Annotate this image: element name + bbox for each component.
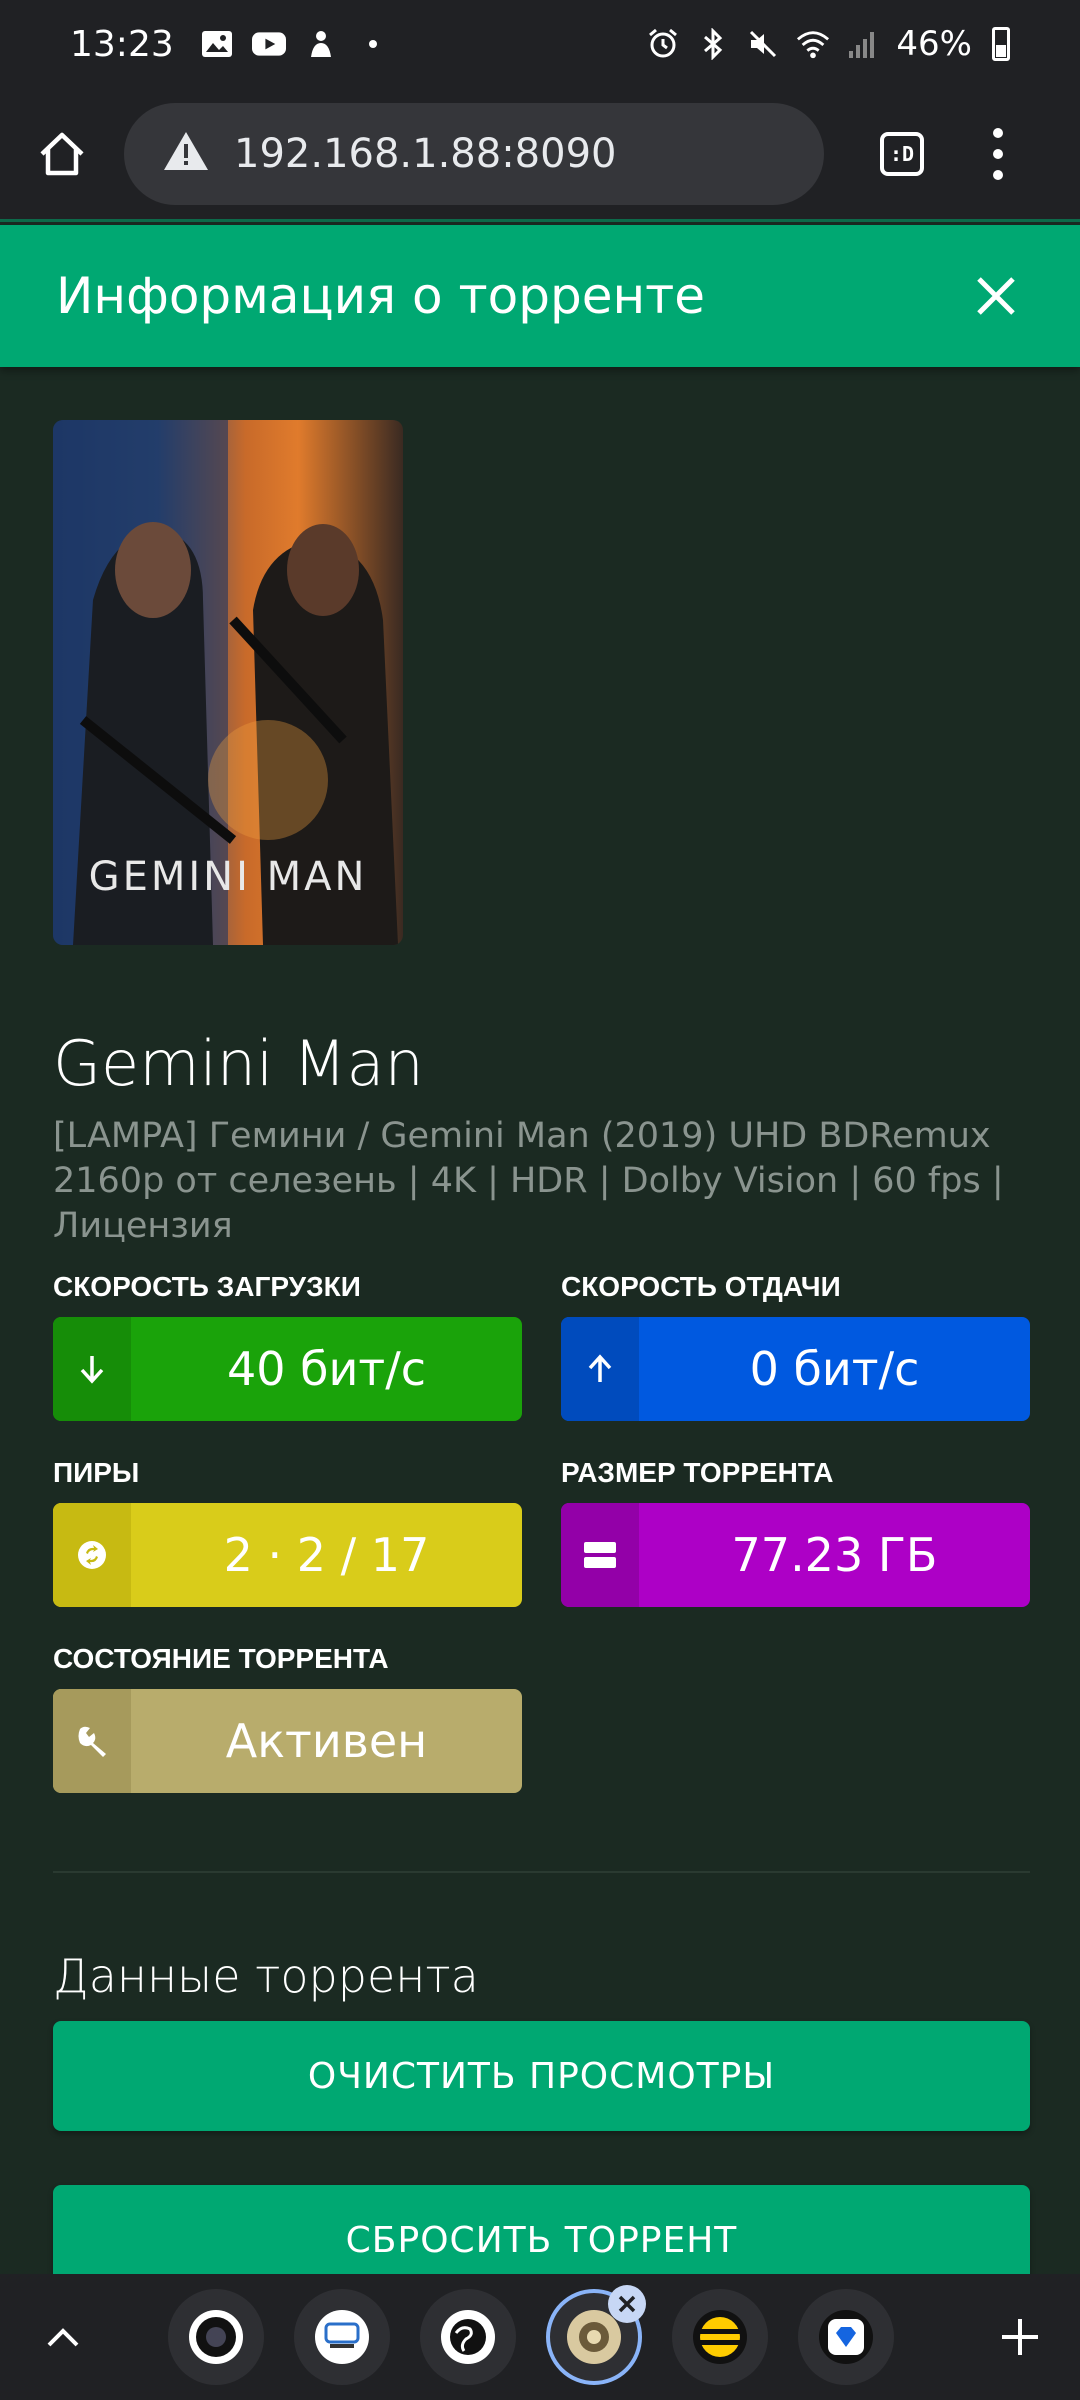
stat-label: Пиры	[53, 1457, 140, 1488]
state-box: Активен	[53, 1689, 522, 1793]
movie-title: Gemini Man	[53, 1027, 424, 1100]
stat-value: 0 бит/с	[749, 1342, 920, 1396]
storage-icon	[561, 1503, 639, 1607]
stat-value: 77.23 ГБ	[731, 1528, 938, 1582]
poster-caption: GEMINI MAN	[88, 854, 368, 900]
torrent-data-heading: Данные торрента	[53, 1949, 479, 2003]
home-icon	[40, 132, 84, 175]
stat-upload-speed: Скорость отдачи 0 бит/с	[561, 1271, 1030, 1421]
wrench-icon	[53, 1689, 131, 1793]
battery-icon	[992, 27, 1010, 61]
close-tab-button[interactable]	[608, 2285, 646, 2323]
logic-favicon	[315, 2310, 369, 2364]
globe-favicon	[441, 2310, 495, 2364]
torrserver-favicon	[567, 2310, 621, 2364]
close-icon	[977, 277, 1015, 315]
menu-dot	[993, 127, 1003, 138]
tab-count-icon: :D	[880, 131, 924, 176]
peers-icon	[53, 1503, 131, 1607]
section-divider	[53, 1871, 1030, 1873]
dialog-header: Информация о торренте	[0, 225, 1080, 367]
app-notification-icon	[304, 27, 338, 61]
dot-icon	[356, 27, 390, 61]
tab-globe[interactable]	[420, 2289, 516, 2385]
tab-camera[interactable]	[168, 2289, 264, 2385]
torrent-description: [LAMPA] Гемини / Gemini Man (2019) UHD B…	[53, 1116, 1004, 1246]
stat-label: Скорость отдачи	[561, 1271, 841, 1302]
status-bar: 13:23 46%	[0, 0, 1080, 88]
browser-menu-button[interactable]	[978, 122, 1018, 186]
stat-value: 2 · 2 / 17	[223, 1528, 430, 1582]
clear-views-button[interactable]: Очистить просмотры	[53, 2021, 1030, 2131]
stat-peers: Пиры 2 · 2 / 17	[53, 1457, 522, 1607]
tab-beeline[interactable]	[672, 2289, 768, 2385]
diamond-favicon	[819, 2310, 873, 2364]
browser-toolbar: 192.168.1.88:8090 :D	[0, 88, 1080, 222]
tab-strip	[0, 2274, 1080, 2400]
wifi-icon	[796, 27, 830, 61]
stat-value: 40 бит/с	[226, 1342, 426, 1396]
dialog-title: Информация о торренте	[56, 267, 706, 325]
gallery-icon	[200, 27, 234, 61]
new-tab-button[interactable]	[990, 2307, 1050, 2367]
signal-icon	[846, 27, 880, 61]
close-button[interactable]	[968, 268, 1024, 324]
stats-grid: Скорость загрузки 40 бит/с Скорость отда…	[53, 1271, 1030, 1793]
torrent-info-content: GEMINI MAN Gemini Man [LAMPA] Гемини / G…	[53, 420, 1030, 2295]
chevron-up-icon	[47, 2328, 79, 2347]
close-icon	[618, 2295, 636, 2313]
size-box: 77.23 ГБ	[561, 1503, 1030, 1607]
stat-label: Размер торрента	[561, 1457, 834, 1488]
tab-logic[interactable]	[294, 2289, 390, 2385]
movie-poster: GEMINI MAN	[53, 420, 403, 945]
expand-tabs-button[interactable]	[30, 2304, 96, 2370]
peers-box: 2 · 2 / 17	[53, 1503, 522, 1607]
stat-label: Скорость загрузки	[53, 1271, 361, 1302]
camera-favicon	[189, 2310, 243, 2364]
plus-icon	[1002, 2319, 1038, 2355]
mute-icon	[746, 27, 780, 61]
youtube-icon	[251, 27, 286, 61]
stat-torrent-size: Размер торрента 77.23 ГБ	[561, 1457, 1030, 1607]
url-text: 192.168.1.88:8090	[234, 130, 617, 177]
upload-speed-box: 0 бит/с	[561, 1317, 1030, 1421]
bluetooth-icon	[696, 27, 730, 61]
stat-value: Активен	[225, 1714, 428, 1768]
menu-dot	[993, 148, 1003, 159]
tab-switcher-button[interactable]: :D	[872, 124, 932, 184]
arrow-up-icon	[561, 1317, 639, 1421]
download-speed-box: 40 бит/с	[53, 1317, 522, 1421]
menu-dot	[993, 169, 1003, 180]
warning-icon	[162, 130, 210, 177]
beeline-favicon	[693, 2310, 747, 2364]
tab-torrserver-active[interactable]	[546, 2285, 646, 2385]
home-button[interactable]	[30, 122, 94, 186]
address-bar[interactable]: 192.168.1.88:8090	[124, 102, 824, 205]
alarm-icon	[646, 27, 680, 61]
battery-percent: 46%	[896, 24, 972, 64]
tab-diamond[interactable]	[798, 2289, 894, 2385]
arrow-down-icon	[53, 1317, 131, 1421]
stat-torrent-state: Состояние торрента Активен	[53, 1643, 522, 1793]
stat-label: Состояние торрента	[53, 1643, 389, 1674]
status-time: 13:23	[70, 23, 174, 65]
stat-download-speed: Скорость загрузки 40 бит/с	[53, 1271, 522, 1421]
